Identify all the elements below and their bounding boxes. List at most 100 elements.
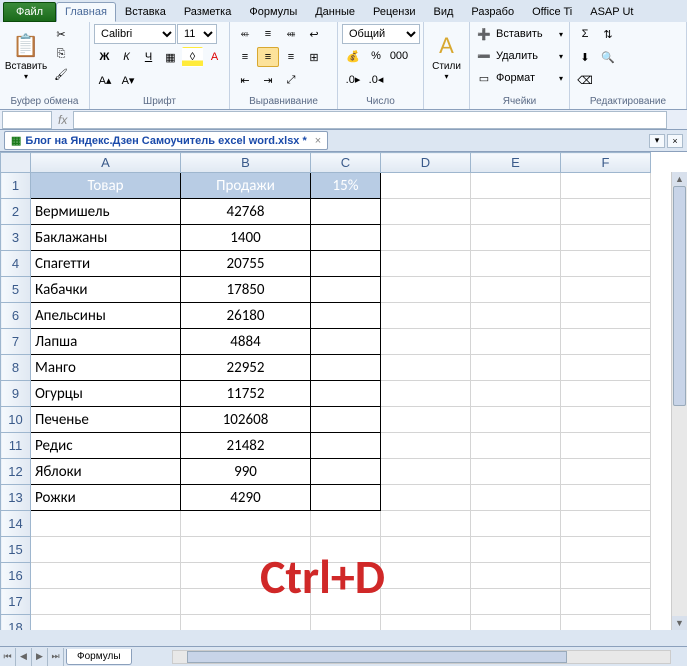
cell[interactable]: Лапша <box>31 329 181 355</box>
number-format-select[interactable]: Общий <box>342 24 420 44</box>
cell[interactable] <box>31 537 181 563</box>
tab-review[interactable]: Рецензи <box>364 2 425 22</box>
vertical-scrollbar[interactable]: ▲ ▼ <box>671 172 687 630</box>
cell[interactable]: Кабачки <box>31 277 181 303</box>
cell[interactable]: Яблоки <box>31 459 181 485</box>
col-header[interactable]: D <box>381 153 471 173</box>
cell[interactable] <box>381 381 471 407</box>
cell[interactable] <box>471 173 561 199</box>
cell[interactable] <box>471 407 561 433</box>
cell[interactable] <box>471 537 561 563</box>
fx-icon[interactable]: fx <box>52 113 73 127</box>
cell[interactable] <box>311 329 381 355</box>
merge-button[interactable]: ⊞ <box>303 47 325 67</box>
cell[interactable] <box>381 563 471 589</box>
cell[interactable] <box>471 459 561 485</box>
currency-button[interactable]: 💰 <box>342 46 364 66</box>
tab-data[interactable]: Данные <box>306 2 364 22</box>
prev-sheet-icon[interactable]: ◀ <box>16 648 32 666</box>
cell[interactable]: 11752 <box>181 381 311 407</box>
format-cells-button[interactable]: ▭Формат▾ <box>474 68 565 88</box>
cell[interactable] <box>311 355 381 381</box>
cell[interactable] <box>561 199 651 225</box>
cell[interactable] <box>561 433 651 459</box>
indent-increase-button[interactable]: ⇥ <box>257 70 279 90</box>
cell[interactable] <box>181 589 311 615</box>
delete-cells-button[interactable]: ➖Удалить▾ <box>474 46 565 66</box>
cell[interactable] <box>311 485 381 511</box>
col-header[interactable]: C <box>311 153 381 173</box>
cell[interactable]: Баклажаны <box>31 225 181 251</box>
font-name-select[interactable]: Calibri <box>94 24 176 44</box>
cell[interactable] <box>561 537 651 563</box>
find-button[interactable]: 🔍 <box>597 47 619 67</box>
sheet-tab[interactable]: Формулы <box>66 649 132 665</box>
tab-view[interactable]: Вид <box>425 2 463 22</box>
cell[interactable] <box>381 433 471 459</box>
hscroll-thumb[interactable] <box>187 651 567 663</box>
col-header[interactable]: A <box>31 153 181 173</box>
row-header[interactable]: 16 <box>1 563 31 589</box>
cell[interactable] <box>561 303 651 329</box>
grow-font-button[interactable]: A▴ <box>94 70 116 90</box>
cell[interactable] <box>561 485 651 511</box>
first-sheet-icon[interactable]: ⏮ <box>0 648 16 666</box>
horizontal-scrollbar[interactable] <box>172 650 671 664</box>
cell[interactable] <box>471 433 561 459</box>
cell[interactable] <box>311 199 381 225</box>
cell[interactable] <box>561 277 651 303</box>
cell[interactable]: 20755 <box>181 251 311 277</box>
name-box[interactable] <box>2 111 52 129</box>
styles-button[interactable]: A Стили ▾ <box>428 24 465 90</box>
cell[interactable]: 42768 <box>181 199 311 225</box>
doc-dropdown-icon[interactable]: ▾ <box>649 134 665 148</box>
decrease-decimal-button[interactable]: .0◂ <box>365 69 387 89</box>
cell[interactable] <box>471 511 561 537</box>
cell[interactable]: Спагетти <box>31 251 181 277</box>
grid[interactable]: A B C D E F 1 Товар Продажи 15% 2Вермише… <box>0 152 651 630</box>
cell[interactable]: 17850 <box>181 277 311 303</box>
cell[interactable] <box>311 303 381 329</box>
cell[interactable]: Печенье <box>31 407 181 433</box>
row-header[interactable]: 12 <box>1 459 31 485</box>
scroll-thumb[interactable] <box>673 186 686 406</box>
cell[interactable] <box>471 355 561 381</box>
align-right-button[interactable]: ≡ <box>280 47 302 67</box>
row-header[interactable]: 9 <box>1 381 31 407</box>
tab-office[interactable]: Office Ti <box>523 2 581 22</box>
cell[interactable] <box>471 303 561 329</box>
cell[interactable] <box>561 407 651 433</box>
cell[interactable] <box>381 303 471 329</box>
cell[interactable] <box>561 381 651 407</box>
cell[interactable]: 22952 <box>181 355 311 381</box>
cell[interactable] <box>311 511 381 537</box>
align-middle-button[interactable]: ≡ <box>257 24 279 44</box>
cell[interactable] <box>381 173 471 199</box>
font-color-button[interactable]: A <box>204 47 225 67</box>
cell[interactable]: Вермишель <box>31 199 181 225</box>
cell[interactable] <box>31 615 181 631</box>
col-header[interactable]: F <box>561 153 651 173</box>
cell[interactable] <box>561 329 651 355</box>
col-header[interactable]: E <box>471 153 561 173</box>
row-header[interactable]: 1 <box>1 173 31 199</box>
cell[interactable] <box>311 589 381 615</box>
copy-button[interactable]: ⎘ <box>50 44 72 64</box>
autosum-button[interactable]: Σ <box>574 24 596 44</box>
cell[interactable]: 4884 <box>181 329 311 355</box>
cell[interactable] <box>561 173 651 199</box>
cell[interactable] <box>381 329 471 355</box>
cell[interactable] <box>381 277 471 303</box>
row-header[interactable]: 2 <box>1 199 31 225</box>
close-doc-icon[interactable]: × <box>315 135 321 147</box>
cell[interactable] <box>471 563 561 589</box>
tab-formulas[interactable]: Формулы <box>240 2 306 22</box>
cell[interactable] <box>381 589 471 615</box>
cell[interactable] <box>311 563 381 589</box>
cell[interactable] <box>381 459 471 485</box>
cell[interactable] <box>381 537 471 563</box>
row-header[interactable]: 4 <box>1 251 31 277</box>
font-size-select[interactable]: 11 <box>177 24 217 44</box>
cell[interactable] <box>471 277 561 303</box>
cell[interactable] <box>381 485 471 511</box>
